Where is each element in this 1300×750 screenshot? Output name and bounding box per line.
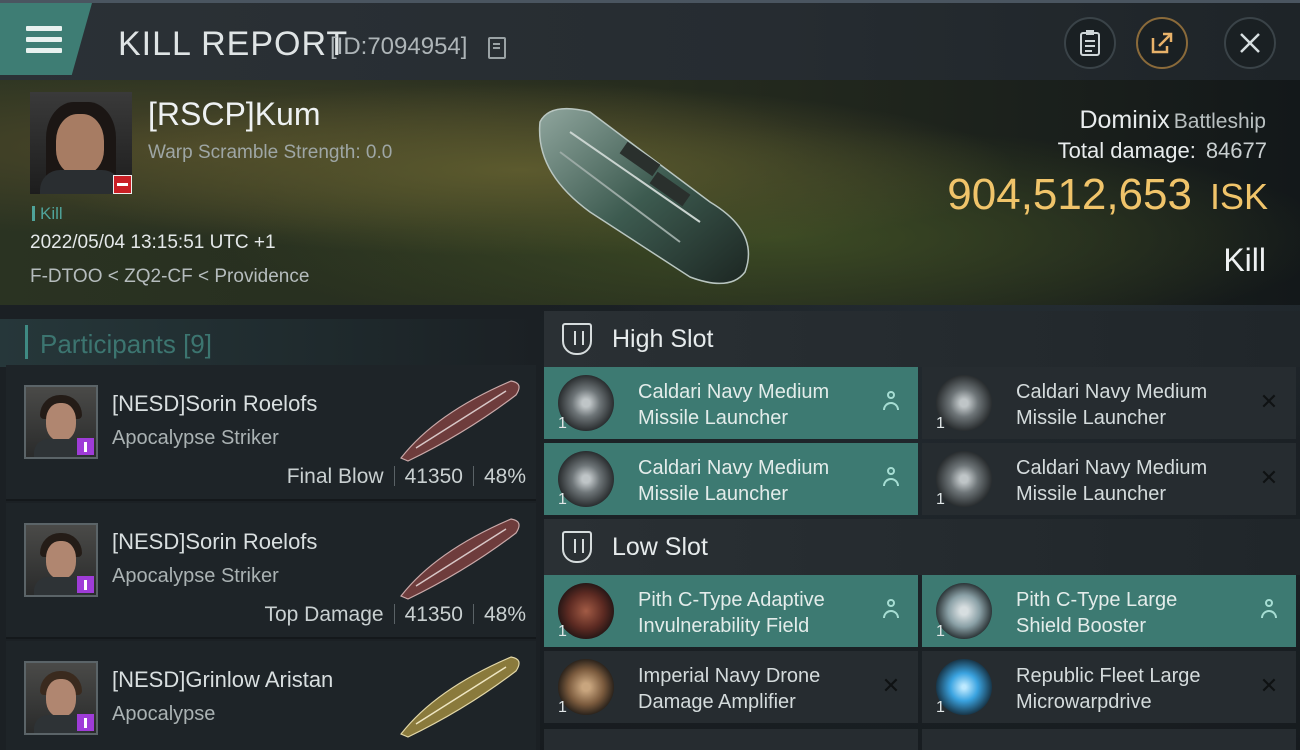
participant-percent: 48%: [483, 603, 526, 626]
attacker-badge-icon: [77, 714, 94, 731]
module-name: Pith C-Type Adaptive Invulnerability Fiel…: [638, 589, 825, 637]
share-icon: [1151, 32, 1173, 54]
ship-class: Battleship: [1173, 110, 1266, 133]
ship-name[interactable]: Dominix: [1079, 106, 1169, 134]
dropped-person-icon: [880, 467, 902, 489]
participant-name: [NESD]Sorin Roelofs: [112, 391, 318, 416]
module-item[interactable]: 1 Republic Fleet Large Microwarpdrive ✕: [922, 651, 1296, 723]
kill-report-screen: KILL REPORT [ID:7094954] [RSCP]Kum Warp …: [0, 0, 1300, 750]
destroyed-x-icon: ✕: [1259, 465, 1279, 490]
module-name: Caldari Navy Medium Missile Launcher: [638, 457, 830, 505]
participant-ship: Apocalypse: [112, 703, 216, 725]
low-slot-icon: [562, 531, 592, 563]
clipboard-icon: [1080, 30, 1100, 56]
module-item[interactable]: 1 Caldari Navy Medium Missile Launcher: [544, 443, 918, 515]
isk-amount: 904,512,653: [947, 170, 1192, 219]
participant-percent: 48%: [483, 465, 526, 488]
header-bar: KILL REPORT [ID:7094954]: [0, 0, 1300, 83]
module-name: Caldari Navy Medium Missile Launcher: [1016, 457, 1208, 505]
kill-tag: Kill: [32, 204, 63, 224]
report-id: [ID:7094954]: [330, 33, 468, 60]
share-button[interactable]: [1136, 17, 1188, 69]
destroyed-x-icon: ✕: [1259, 389, 1279, 414]
module-name: Republic Fleet Large Microwarpdrive: [1016, 665, 1201, 713]
menu-button[interactable]: [0, 3, 92, 75]
participants-panel: Participants [9] [NESD]Sorin Roelofs Apo…: [0, 305, 540, 750]
fittings-panel: High Slot 1 Caldari Navy Medium Missile L…: [540, 305, 1300, 750]
module-item[interactable]: 1 Pith C-Type Large Shield Booster: [922, 575, 1296, 647]
module-qty: 1: [558, 491, 567, 508]
low-slot-header: Low Slot: [544, 519, 1300, 575]
module-item[interactable]: 1 Caldari Navy Medium Missile Launcher: [544, 367, 918, 439]
close-icon: [1240, 33, 1260, 53]
warp-scramble-strength: Warp Scramble Strength: 0.0: [148, 142, 393, 163]
dropped-person-icon: [1258, 599, 1280, 621]
participant-name: [NESD]Sorin Roelofs: [112, 529, 318, 554]
participant-row[interactable]: [NESD]Sorin Roelofs Apocalypse Striker F…: [6, 365, 536, 501]
kill-location: F-DTOO < ZQ2-CF < Providence: [30, 266, 310, 287]
module-item-partial[interactable]: [544, 729, 918, 750]
participant-row[interactable]: [NESD]Sorin Roelofs Apocalypse Striker T…: [6, 503, 536, 639]
corp-badge-icon: [113, 175, 132, 194]
high-slot-label: High Slot: [612, 325, 714, 353]
participant-ship: Apocalypse Striker: [112, 565, 279, 587]
participant-damage: 41350: [404, 465, 463, 488]
result-label: Kill: [1223, 242, 1266, 278]
participant-ship: Apocalypse Striker: [112, 427, 279, 449]
module-qty: 1: [936, 491, 945, 508]
module-qty: 1: [936, 415, 945, 432]
participants-title: Participants [9]: [40, 329, 212, 359]
victim-name[interactable]: [RSCP]Kum: [148, 96, 320, 133]
low-slot-label: Low Slot: [612, 533, 708, 561]
module-qty: 1: [558, 623, 567, 640]
kill-timestamp: 2022/05/04 13:15:51 UTC +1: [30, 232, 276, 253]
total-damage-value: 84677: [1205, 138, 1267, 163]
attacker-badge-icon: [77, 438, 94, 455]
high-slot-header: High Slot: [544, 311, 1300, 367]
module-name: Imperial Navy Drone Damage Amplifier: [638, 665, 821, 713]
participant-stats: Final Blow 41350 48%: [287, 465, 526, 489]
participant-role: Final Blow: [286, 465, 384, 488]
module-item[interactable]: 1 Caldari Navy Medium Missile Launcher ✕: [922, 367, 1296, 439]
copy-icon[interactable]: [488, 37, 506, 59]
module-qty: 1: [558, 699, 567, 716]
total-damage: Total damage: 84677: [1058, 138, 1267, 164]
isk-value: 904,512,653 ISK: [947, 170, 1268, 220]
hamburger-icon: [26, 20, 62, 59]
participants-count: [9]: [183, 329, 212, 359]
module-name: Caldari Navy Medium Missile Launcher: [1016, 381, 1208, 429]
module-item[interactable]: 1 Pith C-Type Adaptive Invulnerability Fi…: [544, 575, 918, 647]
victim-ship-image[interactable]: [530, 92, 770, 292]
module-item[interactable]: 1 Caldari Navy Medium Missile Launcher ✕: [922, 443, 1296, 515]
dropped-person-icon: [880, 391, 902, 413]
module-qty: 1: [936, 623, 945, 640]
participant-ship-image: [400, 380, 520, 462]
destroyed-x-icon: ✕: [1259, 673, 1279, 698]
participant-ship-image: [400, 656, 520, 738]
isk-unit: ISK: [1209, 176, 1268, 217]
module-item[interactable]: 1 Imperial Navy Drone Damage Amplifier ✕: [544, 651, 918, 723]
page-title: KILL REPORT: [118, 25, 349, 63]
close-button[interactable]: [1224, 17, 1276, 69]
participant-name: [NESD]Grinlow Aristan: [112, 667, 334, 692]
module-name: Pith C-Type Large Shield Booster: [1016, 589, 1178, 637]
module-item-partial[interactable]: [922, 729, 1296, 750]
module-name: Caldari Navy Medium Missile Launcher: [638, 381, 830, 429]
participant-stats: Top Damage 41350 48%: [264, 603, 526, 627]
high-slot-icon: [562, 323, 592, 355]
destroyed-x-icon: ✕: [881, 673, 901, 698]
dropped-person-icon: [880, 599, 902, 621]
attacker-badge-icon: [77, 576, 94, 593]
victim-ship: Dominix Battleship: [1079, 106, 1266, 135]
total-damage-label: Total damage:: [1057, 138, 1196, 163]
participant-ship-image: [400, 518, 520, 600]
participants-header[interactable]: Participants [9]: [0, 319, 540, 367]
participant-damage: 41350: [404, 603, 463, 626]
participant-role: Top Damage: [264, 603, 384, 626]
participant-row[interactable]: [NESD]Grinlow Aristan Apocalypse: [6, 641, 536, 750]
module-qty: 1: [936, 699, 945, 716]
clipboard-button[interactable]: [1064, 17, 1116, 69]
module-qty: 1: [558, 415, 567, 432]
